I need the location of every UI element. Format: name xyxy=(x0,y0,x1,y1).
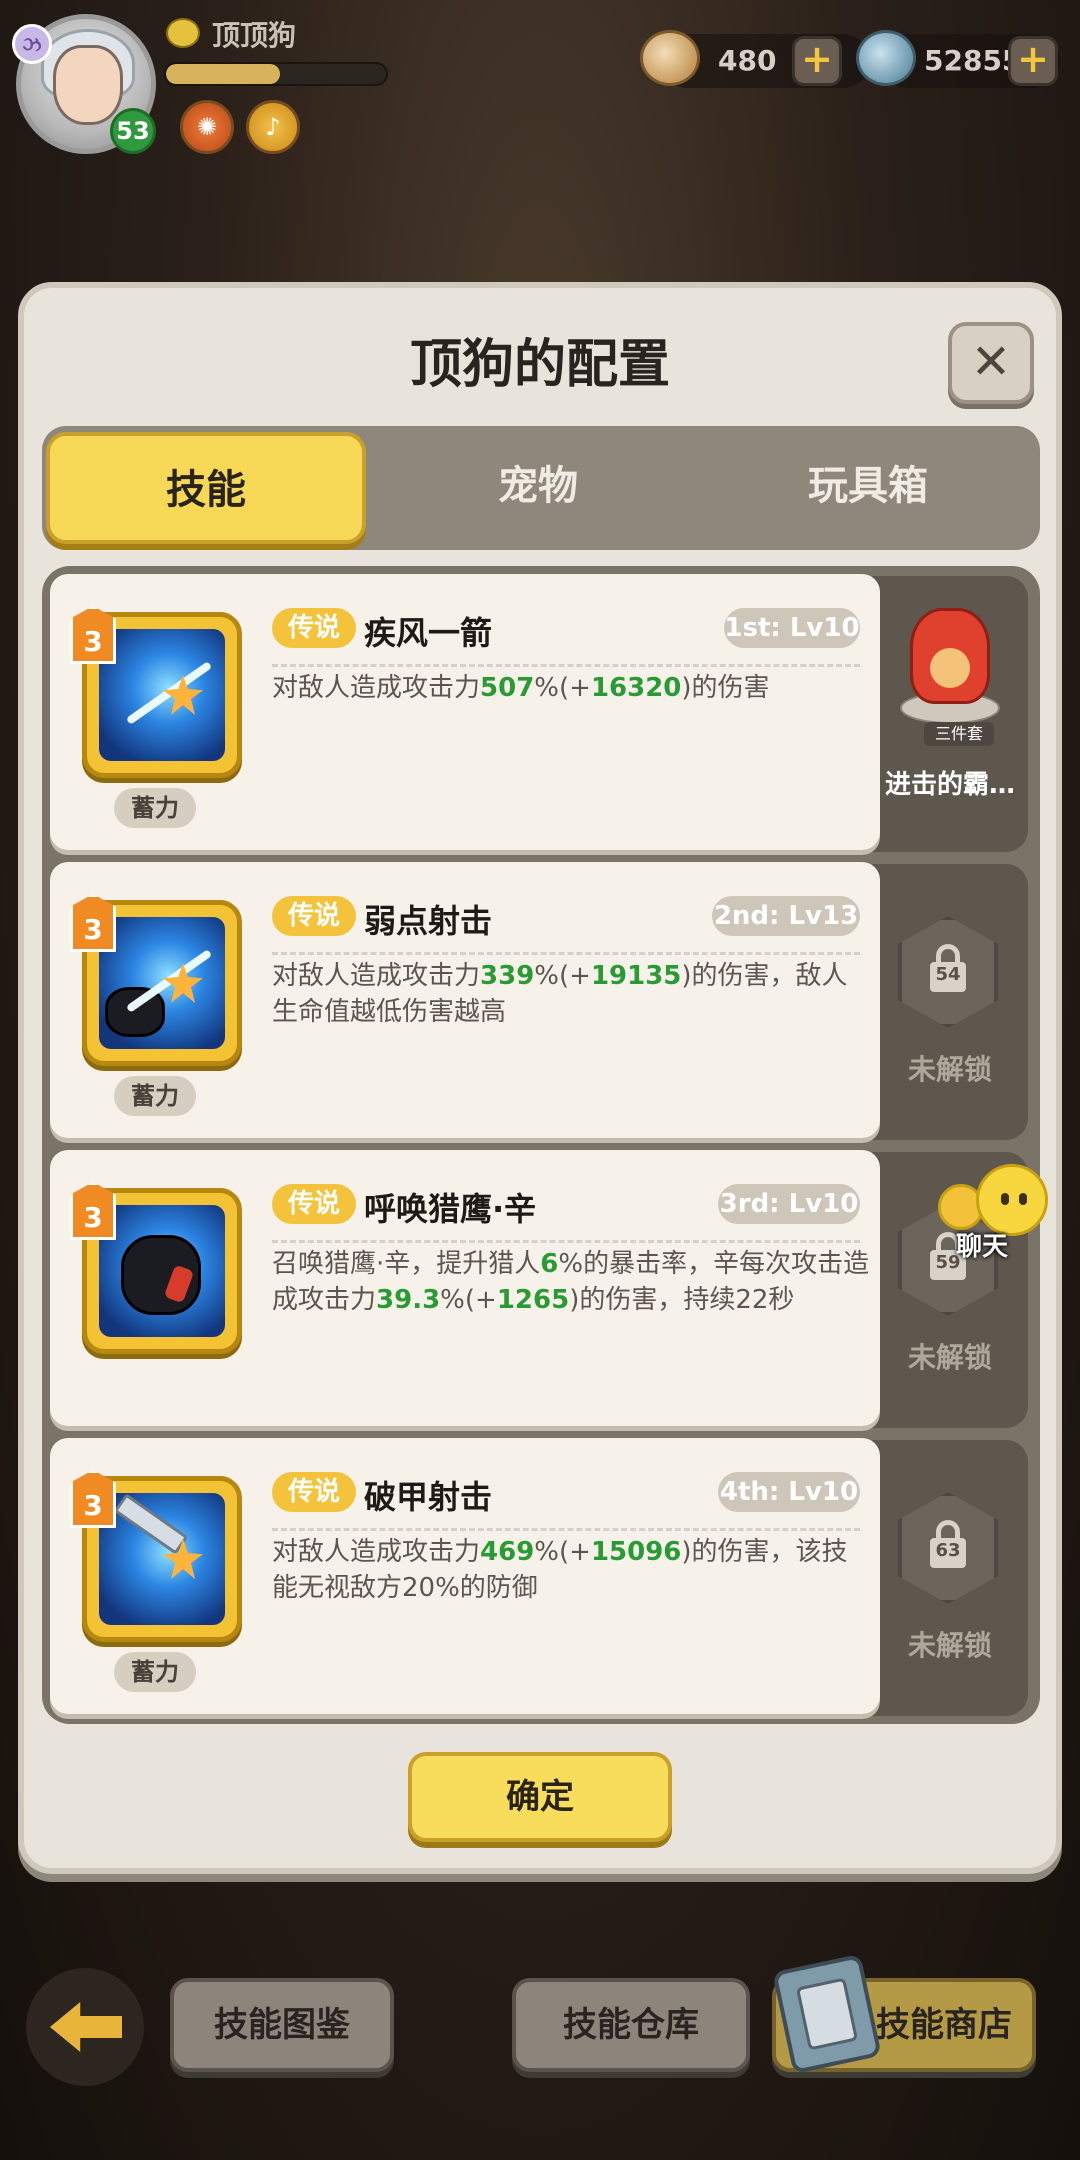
divider xyxy=(272,952,860,955)
skill-warehouse-button[interactable]: 技能仓库 xyxy=(512,1978,750,2072)
xp-progress-fill xyxy=(166,64,281,84)
shell-currency-value: 480 xyxy=(718,44,777,77)
outfit-set-tag: 三件套 xyxy=(924,722,994,746)
arrow-gale-icon xyxy=(99,629,225,761)
slot-level: 1st: Lv10 xyxy=(724,608,860,648)
close-button[interactable]: ✕ xyxy=(948,322,1034,404)
tab-toybox[interactable]: 玩具箱 xyxy=(708,432,1028,544)
unlock-level: 63 xyxy=(935,1540,961,1561)
avatar-title-badge: ઝ xyxy=(12,24,52,64)
skill-name: 弱点射击 xyxy=(364,902,493,940)
rarity-tag: 传说 xyxy=(272,1184,356,1224)
gem-currency-icon xyxy=(856,30,916,86)
skill-atlas-button[interactable]: 技能图鉴 xyxy=(170,1978,394,2072)
slot-level: 3rd: Lv10 xyxy=(718,1184,860,1224)
buff-gold-icon[interactable]: ♪ xyxy=(246,100,300,154)
buff-fire-icon[interactable]: ✺ xyxy=(180,100,234,154)
pet-face-icon xyxy=(166,18,200,48)
player-level-badge: 53 xyxy=(110,108,156,154)
player-name: 顶顶狗 xyxy=(212,19,297,52)
chat-label[interactable]: 聊天 xyxy=(956,1226,1008,1263)
avatar-face xyxy=(53,45,123,125)
divider xyxy=(272,1240,860,1243)
falcon-summon-icon xyxy=(99,1205,225,1337)
back-arrow-icon xyxy=(50,2002,122,2052)
shell-currency-icon xyxy=(640,30,700,86)
modal-title: 顶狗的配置 xyxy=(409,335,670,395)
skill-description: 对敌人造成攻击力339%(+19135)的伤害，敌人生命值越低伤害越高 xyxy=(272,961,848,1027)
outfit-name: 进击的霸… xyxy=(884,770,1015,800)
divider xyxy=(272,664,860,667)
add-shells-button[interactable]: + xyxy=(792,36,842,86)
tab-skills[interactable]: 技能 xyxy=(46,432,366,544)
rarity-tag: 传说 xyxy=(272,896,356,936)
skill-description: 召唤猎鹰·辛，提升猎人6%的暴击率，辛每次攻击造成攻击力39.3%(+1265)… xyxy=(272,1249,870,1315)
divider xyxy=(272,1528,860,1531)
skill-name: 呼唤猎鹰·辛 xyxy=(364,1190,537,1228)
rarity-tag: 传说 xyxy=(272,1472,356,1512)
dragon-outfit-icon xyxy=(900,588,1000,724)
tab-pets[interactable]: 宠物 xyxy=(378,432,698,544)
skill-name: 疾风一箭 xyxy=(364,614,493,652)
unlock-level: 54 xyxy=(935,964,961,985)
back-button[interactable] xyxy=(26,1968,144,2086)
add-gems-button[interactable]: + xyxy=(1008,36,1058,86)
slot-level: 2nd: Lv13 xyxy=(712,896,860,936)
skill-name: 破甲射击 xyxy=(364,1478,493,1516)
confirm-button[interactable]: 确定 xyxy=(408,1752,672,1842)
armor-break-shot-icon xyxy=(99,1493,225,1625)
xp-progress-bar xyxy=(164,62,388,86)
charge-tag: 蓄力 xyxy=(114,1076,196,1116)
skill-description: 对敌人造成攻击力507%(+16320)的伤害 xyxy=(272,673,770,703)
charge-tag: 蓄力 xyxy=(114,788,196,828)
locked-label: 未解锁 xyxy=(907,1629,992,1662)
charge-tag: 蓄力 xyxy=(114,1652,196,1692)
gem-currency-value: 52855 xyxy=(924,44,1022,77)
skill-description: 对敌人造成攻击力469%(+15096)的伤害，该技能无视敌方20%的防御 xyxy=(272,1537,848,1603)
slot-level: 4th: Lv10 xyxy=(718,1472,860,1512)
rarity-tag: 传说 xyxy=(272,608,356,648)
locked-label: 未解锁 xyxy=(907,1053,992,1086)
locked-label: 未解锁 xyxy=(907,1341,992,1374)
weak-point-shot-icon xyxy=(99,917,225,1049)
